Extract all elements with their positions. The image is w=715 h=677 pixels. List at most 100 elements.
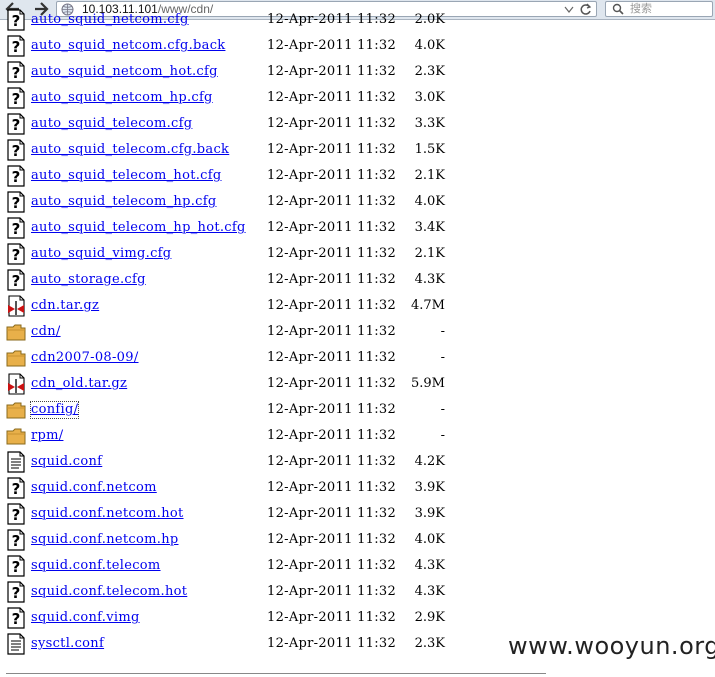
- file-link[interactable]: squid.conf.vimg: [31, 610, 140, 626]
- svg-text:?: ?: [12, 558, 21, 576]
- file-size: 3.9K: [414, 480, 445, 495]
- file-link[interactable]: squid.conf.netcom.hot: [31, 506, 184, 522]
- list-item: ? auto_squid_netcom.cfg 12-Apr-2011 11:32 2…: [0, 6, 715, 32]
- file-link[interactable]: auto_squid_netcom_hot.cfg: [31, 64, 218, 80]
- file-size: 4.3K: [414, 584, 445, 599]
- list-item: ? auto_squid_vimg.cfg 12-Apr-2011 11:32 2.1…: [0, 240, 715, 266]
- file-link[interactable]: squid.conf.netcom.hp: [31, 532, 179, 548]
- unknown-file-icon: ?: [6, 9, 26, 31]
- svg-text:?: ?: [12, 246, 21, 264]
- modified-date: 12-Apr-2011 11:32: [267, 454, 397, 469]
- file-link[interactable]: auto_squid_netcom_hp.cfg: [31, 90, 213, 106]
- file-link[interactable]: squid.conf.telecom.hot: [31, 584, 187, 600]
- file-size: 2.0K: [414, 12, 445, 27]
- file-link[interactable]: cdn.tar.gz: [31, 298, 99, 314]
- file-size: 4.3K: [414, 272, 445, 287]
- modified-date: 12-Apr-2011 11:32: [267, 38, 397, 53]
- list-item: ? auto_squid_telecom_hot.cfg 12-Apr-2011 1…: [0, 162, 715, 188]
- file-link[interactable]: auto_squid_telecom_hp_hot.cfg: [31, 220, 246, 236]
- file-link[interactable]: squid.conf.netcom: [31, 480, 157, 496]
- file-link[interactable]: sysctl.conf: [31, 636, 104, 652]
- file-size: 4.0K: [414, 194, 445, 209]
- list-item: config/12-Apr-2011 11:32 -: [0, 396, 715, 422]
- file-size: 4.2K: [414, 454, 445, 469]
- list-item: ? squid.conf.telecom.hot 12-Apr-2011 11:32…: [0, 578, 715, 604]
- list-item: ? squid.conf.netcom 12-Apr-2011 11:32 3.9K: [0, 474, 715, 500]
- file-size: 4.0K: [414, 38, 445, 53]
- file-size: 4.3K: [414, 558, 445, 573]
- modified-date: 12-Apr-2011 11:32: [267, 506, 397, 521]
- file-link[interactable]: auto_squid_telecom_hp.cfg: [31, 194, 216, 210]
- list-item: ? auto_squid_netcom_hot.cfg 12-Apr-2011 11…: [0, 58, 715, 84]
- svg-text:?: ?: [12, 610, 21, 628]
- unknown-file-icon: ?: [6, 243, 26, 265]
- file-link[interactable]: auto_squid_netcom.cfg: [31, 12, 189, 28]
- svg-text:?: ?: [12, 532, 21, 550]
- svg-text:?: ?: [12, 168, 21, 186]
- file-size: -: [440, 428, 445, 443]
- file-link[interactable]: squid.conf.telecom: [31, 558, 161, 574]
- file-size: 2.3K: [414, 636, 445, 651]
- modified-date: 12-Apr-2011 11:32: [267, 636, 397, 651]
- file-link[interactable]: auto_squid_telecom_hot.cfg: [31, 168, 222, 184]
- list-item: rpm/12-Apr-2011 11:32 -: [0, 422, 715, 448]
- modified-date: 12-Apr-2011 11:32: [267, 376, 397, 391]
- file-link[interactable]: auto_squid_telecom.cfg.back: [31, 142, 229, 158]
- svg-text:?: ?: [12, 38, 21, 56]
- modified-date: 12-Apr-2011 11:32: [267, 584, 397, 599]
- list-item: cdn2007-08-09/12-Apr-2011 11:32 -: [0, 344, 715, 370]
- unknown-file-icon: ?: [6, 191, 26, 213]
- file-link[interactable]: auto_squid_telecom.cfg: [31, 116, 192, 132]
- file-size: 2.3K: [414, 64, 445, 79]
- file-size: -: [440, 350, 445, 365]
- modified-date: 12-Apr-2011 11:32: [267, 532, 397, 547]
- list-item: cdn/12-Apr-2011 11:32 -: [0, 318, 715, 344]
- file-link[interactable]: rpm/: [31, 428, 63, 444]
- svg-text:?: ?: [12, 64, 21, 82]
- file-link[interactable]: cdn_old.tar.gz: [31, 376, 127, 392]
- unknown-file-icon: ?: [6, 139, 26, 161]
- file-link[interactable]: cdn2007-08-09/: [31, 350, 139, 366]
- modified-date: 12-Apr-2011 11:32: [267, 246, 397, 261]
- text-file-icon: [6, 633, 26, 655]
- modified-date: 12-Apr-2011 11:32: [267, 402, 397, 417]
- modified-date: 12-Apr-2011 11:32: [267, 298, 397, 313]
- unknown-file-icon: ?: [6, 503, 26, 525]
- svg-text:?: ?: [12, 142, 21, 160]
- file-link[interactable]: auto_squid_netcom.cfg.back: [31, 38, 225, 54]
- modified-date: 12-Apr-2011 11:32: [267, 12, 397, 27]
- list-item: ? auto_storage.cfg 12-Apr-2011 11:32 4.3K: [0, 266, 715, 292]
- modified-date: 12-Apr-2011 11:32: [267, 142, 397, 157]
- unknown-file-icon: ?: [6, 607, 26, 629]
- modified-date: 12-Apr-2011 11:32: [267, 116, 397, 131]
- file-size: 4.7M: [411, 298, 445, 313]
- file-size: -: [440, 402, 445, 417]
- unknown-file-icon: ?: [6, 581, 26, 603]
- file-size: 4.0K: [414, 532, 445, 547]
- svg-text:?: ?: [12, 506, 21, 524]
- file-link[interactable]: config/: [29, 401, 80, 419]
- archive-icon: [6, 295, 26, 317]
- file-link[interactable]: squid.conf: [31, 454, 102, 470]
- file-size: 2.9K: [414, 610, 445, 625]
- modified-date: 12-Apr-2011 11:32: [267, 610, 397, 625]
- svg-text:?: ?: [12, 90, 21, 108]
- file-size: 5.9M: [411, 376, 445, 391]
- file-size: 3.0K: [414, 90, 445, 105]
- file-link[interactable]: auto_squid_vimg.cfg: [31, 246, 171, 262]
- modified-date: 12-Apr-2011 11:32: [267, 272, 397, 287]
- file-link[interactable]: auto_storage.cfg: [31, 272, 146, 288]
- archive-icon: [6, 373, 26, 395]
- svg-text:?: ?: [12, 584, 21, 602]
- unknown-file-icon: ?: [6, 529, 26, 551]
- unknown-file-icon: ?: [6, 477, 26, 499]
- unknown-file-icon: ?: [6, 113, 26, 135]
- list-item: ? auto_squid_telecom_hp.cfg 12-Apr-2011 11…: [0, 188, 715, 214]
- folder-icon: [6, 399, 26, 421]
- list-item: ? auto_squid_netcom_hp.cfg 12-Apr-2011 11:…: [0, 84, 715, 110]
- footer-divider: [6, 673, 546, 674]
- file-link[interactable]: cdn/: [31, 324, 61, 340]
- list-item: squid.conf 12-Apr-2011 11:32 4.2K: [0, 448, 715, 474]
- list-item: cdn.tar.gz 12-Apr-2011 11:32 4.7M: [0, 292, 715, 318]
- watermark: www.wooyun.org: [508, 632, 715, 660]
